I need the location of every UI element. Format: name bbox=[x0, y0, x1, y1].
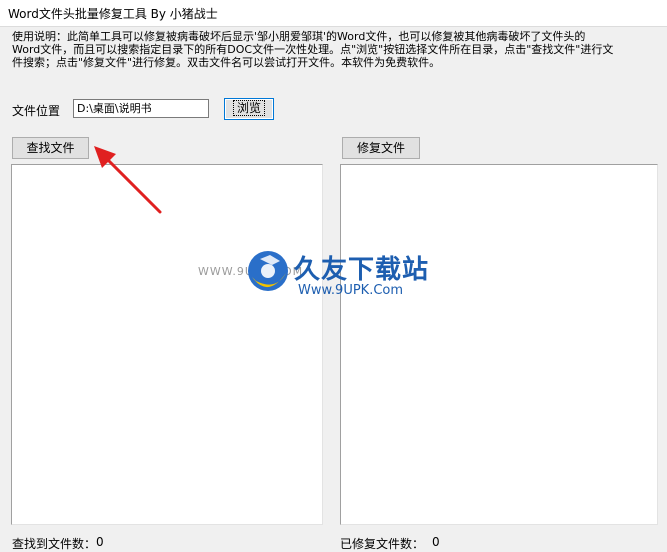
found-files-list[interactable] bbox=[11, 164, 323, 525]
browse-button[interactable]: 浏览 bbox=[224, 98, 274, 120]
find-files-button[interactable]: 查找文件 bbox=[12, 137, 89, 159]
description-line-2: Word文件，而且可以搜索指定目录下的所有DOC文件一次性处理。点"浏览"按钮选… bbox=[12, 43, 614, 56]
description-line-3: 件搜索；点击"修复文件"进行修复。双击文件名可以尝试打开文件。本软件为免费软件。 bbox=[12, 56, 441, 69]
window-title: Word文件头批量修复工具 By 小猪战士 bbox=[8, 7, 218, 21]
repaired-files-list[interactable] bbox=[340, 164, 658, 525]
repaired-count-value: 0 bbox=[432, 535, 440, 549]
watermark-brand: 久友下载站 bbox=[294, 255, 430, 285]
browse-button-label: 浏览 bbox=[232, 100, 265, 116]
file-location-input[interactable]: D:\桌面\说明书 bbox=[73, 99, 209, 118]
watermark: WWW.9UPK.COM 久友下载站 Www.9UPK.Com bbox=[198, 243, 438, 313]
9upk-logo-icon bbox=[248, 251, 288, 291]
found-count-label: 查找到文件数： bbox=[12, 537, 97, 551]
repair-files-button[interactable]: 修复文件 bbox=[342, 137, 420, 159]
red-arrow-icon bbox=[94, 146, 162, 214]
watermark-sub: Www.9UPK.Com bbox=[298, 283, 404, 298]
found-count-value: 0 bbox=[96, 535, 104, 549]
repaired-count-label: 已修复文件数： bbox=[340, 537, 425, 551]
file-location-label: 文件位置 bbox=[12, 104, 61, 118]
title-bar: Word文件头批量修复工具 By 小猪战士 bbox=[0, 0, 667, 27]
description-line-1: 使用说明：此简单工具可以修复被病毒破坏后显示'邹小朋爱邹琪'的Word文件，也可… bbox=[12, 30, 586, 43]
usage-description: 使用说明：此简单工具可以修复被病毒破坏后显示'邹小朋爱邹琪'的Word文件，也可… bbox=[12, 30, 657, 69]
